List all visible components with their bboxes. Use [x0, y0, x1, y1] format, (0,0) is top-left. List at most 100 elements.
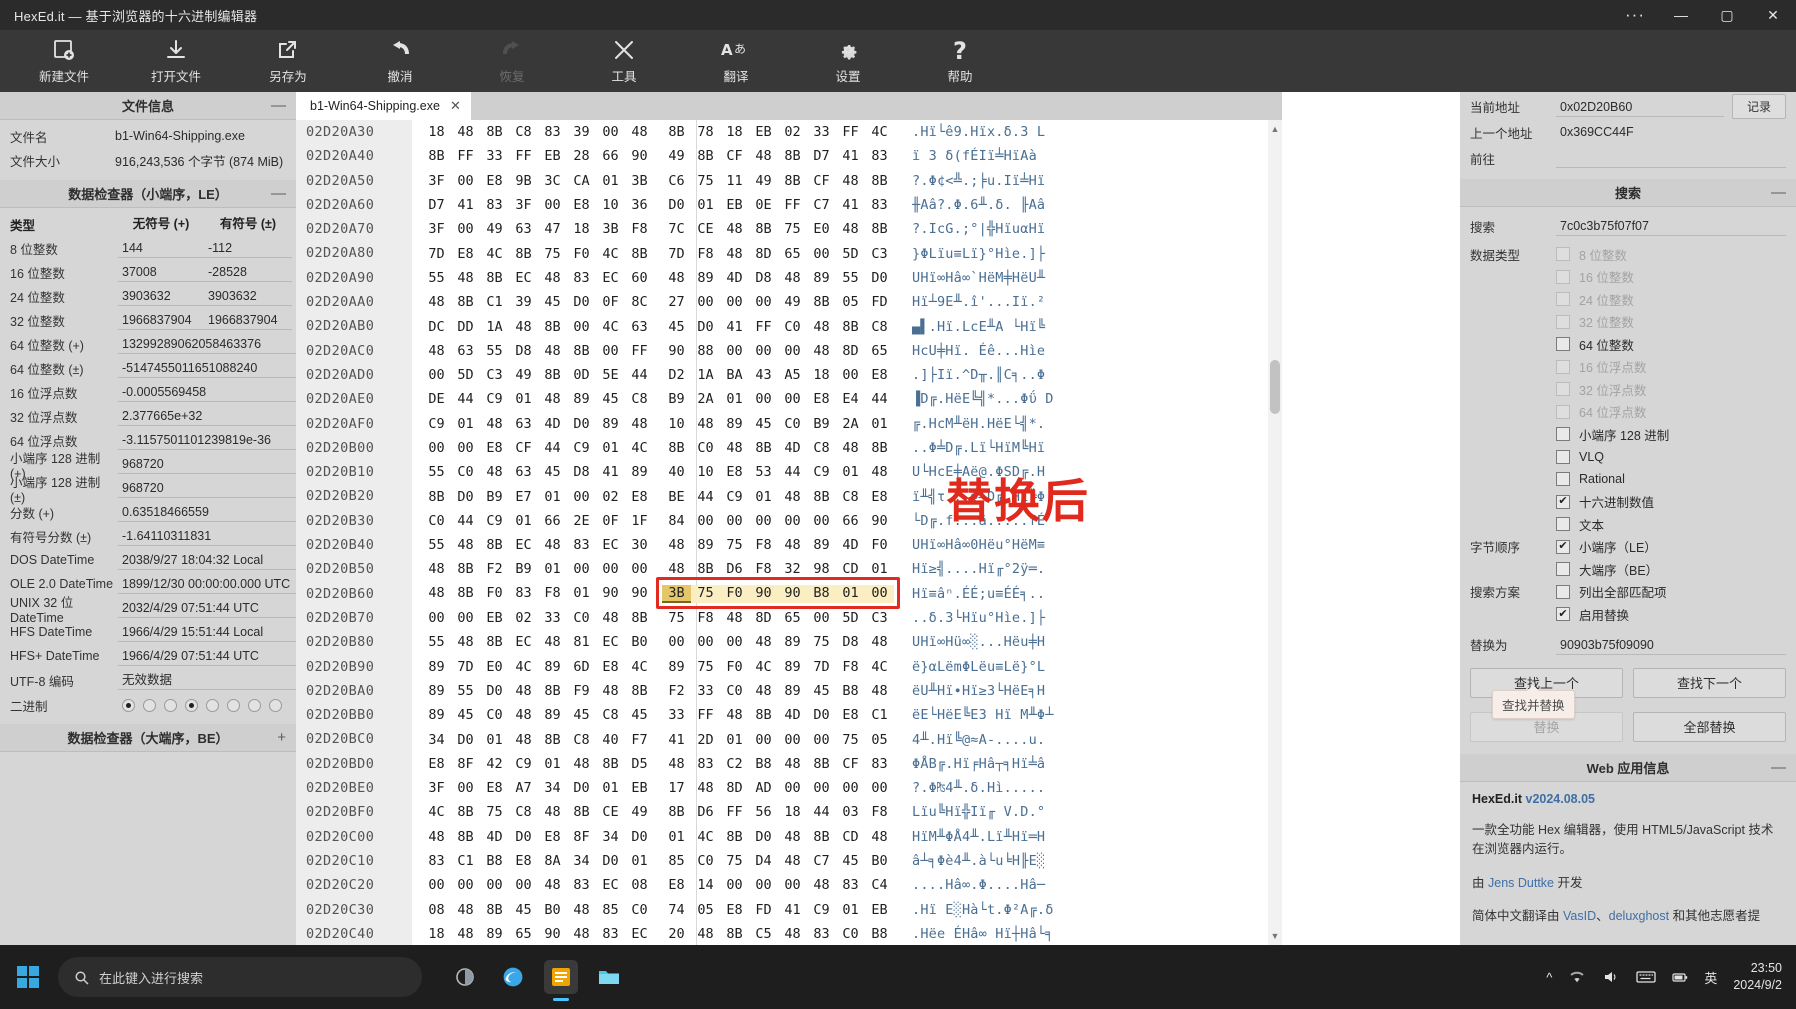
hex-byte[interactable]: D0: [567, 780, 596, 796]
hex-row-bytes[interactable]: 8B FF 33 FF EB 28 66 90 49 8B CF 48 8B D7 41 83: [412, 148, 894, 164]
hex-byte[interactable]: 01: [538, 561, 567, 577]
hex-byte[interactable]: 48: [422, 829, 451, 845]
hex-byte[interactable]: F7: [625, 732, 654, 748]
hex-byte[interactable]: 66: [596, 148, 625, 164]
hex-byte[interactable]: C9: [807, 902, 836, 918]
hex-byte[interactable]: E0: [480, 659, 509, 675]
hex-byte[interactable]: 01: [836, 902, 865, 918]
hex-byte[interactable]: E8: [480, 173, 509, 189]
maximize-button[interactable]: ▢: [1704, 0, 1750, 30]
hex-byte[interactable]: 48: [749, 148, 778, 164]
hex-byte[interactable]: 08: [422, 902, 451, 918]
hex-byte[interactable]: C6: [662, 173, 691, 189]
record-address-button[interactable]: 记录: [1731, 94, 1786, 119]
hex-byte[interactable]: 8B: [691, 148, 720, 164]
hex-byte[interactable]: 83: [422, 853, 451, 869]
hex-byte[interactable]: EC: [509, 270, 538, 286]
taskbar-app-explorer[interactable]: [592, 960, 626, 994]
hex-byte[interactable]: 90: [778, 584, 807, 603]
hex-row-bytes[interactable]: 7D E8 4C 8B 75 F0 4C 8B 7D F8 48 8D 65 00 5D C3: [412, 246, 894, 262]
hex-row-ascii[interactable]: Hï┴9E╨.î'...Iï.²: [912, 294, 1045, 310]
hex-byte[interactable]: EB: [865, 902, 894, 918]
hex-byte[interactable]: E7: [509, 489, 538, 505]
hex-byte[interactable]: 8B: [720, 829, 749, 845]
hex-byte[interactable]: 40: [662, 464, 691, 480]
hex-row-ascii[interactable]: ?.Φ¢<╩.;╞u.Iï╧Hï: [912, 173, 1045, 189]
hex-byte[interactable]: C9: [567, 440, 596, 456]
hex-byte[interactable]: 89: [778, 659, 807, 675]
hex-row[interactable]: 02D20BC0 34 D0 01 48 8B C8 40 F7 41 2D 01 00 00 00 75 05…: [296, 727, 1282, 752]
hex-byte[interactable]: E8: [625, 489, 654, 505]
hex-byte[interactable]: 00: [480, 877, 509, 893]
hex-byte[interactable]: D0: [480, 683, 509, 699]
hex-byte[interactable]: 00: [749, 732, 778, 748]
hex-byte[interactable]: 00: [625, 561, 654, 577]
hex-byte[interactable]: 48: [567, 926, 596, 942]
hex-byte[interactable]: 8F: [451, 756, 480, 772]
hex-byte[interactable]: F8: [691, 610, 720, 626]
hex-byte[interactable]: 48: [865, 634, 894, 650]
hex-row-ascii[interactable]: ï 3 δ(fÉIï╧HïAà: [912, 148, 1037, 164]
hex-byte[interactable]: 55: [451, 683, 480, 699]
hex-byte[interactable]: 28: [567, 148, 596, 164]
hex-byte[interactable]: 00: [807, 513, 836, 529]
hex-byte[interactable]: 00: [749, 391, 778, 407]
hex-byte[interactable]: C8: [807, 440, 836, 456]
hex-byte[interactable]: C8: [865, 319, 894, 335]
hex-byte[interactable]: 00: [778, 732, 807, 748]
hex-byte[interactable]: 3B: [625, 173, 654, 189]
about-credit-link-1[interactable]: VasID: [1563, 909, 1596, 923]
hex-byte[interactable]: 83: [865, 197, 894, 213]
hex-row[interactable]: 02D20BD0 E8 8F 42 C9 01 48 8B D5 48 83 C2 B8 48 8B CF 83…: [296, 751, 1282, 777]
hex-byte[interactable]: CF: [807, 173, 836, 189]
hex-byte[interactable]: 33: [538, 610, 567, 626]
hex-byte[interactable]: D8: [509, 343, 538, 359]
hex-byte[interactable]: 60: [625, 270, 654, 286]
hex-byte[interactable]: 4D: [836, 537, 865, 553]
checkbox-hex-value[interactable]: ✔: [1556, 494, 1570, 509]
hex-row-bytes[interactable]: 18 48 8B C8 83 39 00 48 8B 78 18 EB 02 33 FF 4C: [412, 124, 894, 140]
battery-icon[interactable]: [1672, 969, 1688, 985]
hex-byte[interactable]: 83: [596, 926, 625, 942]
hex-row-bytes[interactable]: 00 00 00 00 48 83 EC 08 E8 14 00 00 00 48 83 C4: [412, 877, 894, 893]
hex-byte[interactable]: 8D: [749, 610, 778, 626]
hex-row-ascii[interactable]: ëE└HëE╚E3 Hï M╨Φ┴: [912, 707, 1054, 723]
hex-byte[interactable]: 55: [422, 464, 451, 480]
hex-byte[interactable]: C0: [836, 926, 865, 942]
hex-byte[interactable]: 41: [596, 464, 625, 480]
hex-byte[interactable]: F8: [749, 537, 778, 553]
row-signed[interactable]: 1966837904: [204, 311, 292, 330]
hex-byte[interactable]: 42: [480, 756, 509, 772]
hex-byte[interactable]: 03: [836, 804, 865, 820]
hex-byte[interactable]: 00: [778, 780, 807, 796]
hex-row[interactable]: 02D20AB0 DC DD 1A 48 8B 00 4C 63 45 D0 41 FF C0 48 8B C8…: [296, 314, 1282, 339]
hex-byte[interactable]: 49: [480, 221, 509, 237]
hex-row-ascii[interactable]: ΦÅB╔.Hï╒Hâ┬╕Hï╧â: [912, 756, 1045, 772]
hex-byte[interactable]: EC: [509, 634, 538, 650]
hex-byte[interactable]: 98: [807, 561, 836, 577]
hex-byte[interactable]: 01: [509, 391, 538, 407]
row-value[interactable]: 1966/4/29 15:51:44 Local: [118, 623, 296, 642]
binary-bit-6[interactable]: [248, 698, 261, 712]
hex-byte[interactable]: 02: [509, 610, 538, 626]
hex-byte[interactable]: 83: [567, 270, 596, 286]
hex-byte[interactable]: 00: [720, 294, 749, 310]
hex-byte[interactable]: C9: [480, 513, 509, 529]
hex-byte[interactable]: 48: [778, 489, 807, 505]
hex-byte[interactable]: D4: [749, 853, 778, 869]
hex-row[interactable]: 02D20B50 48 8B F2 B9 01 00 00 00 48 8B D6 F8 32 98 CD 01…: [296, 557, 1282, 582]
hex-row-ascii[interactable]: ╫Aâ?.Φ.6╨.δ. ╟Aâ: [912, 197, 1045, 213]
hex-byte[interactable]: 53: [749, 464, 778, 480]
hex-row-bytes[interactable]: 08 48 8B 45 B0 48 85 C0 74 05 E8 FD 41 C9 01 EB: [412, 902, 894, 918]
hex-byte[interactable]: 48: [509, 683, 538, 699]
inspector-be-header[interactable]: 数据检查器（大端序，BE） +: [0, 724, 296, 752]
toolbar-undo[interactable]: 撤消: [344, 30, 456, 92]
hex-byte[interactable]: 48: [422, 561, 451, 577]
row-unsigned[interactable]: 144: [118, 239, 204, 258]
hex-byte[interactable]: 3C: [538, 173, 567, 189]
checkbox-vlq[interactable]: [1556, 449, 1570, 464]
hex-byte[interactable]: 0E: [749, 197, 778, 213]
about-section-header[interactable]: Web 应用信息 —: [1460, 753, 1796, 782]
hex-row-ascii[interactable]: ëU╨Hï∙Hï≥3└HëE╕H: [912, 683, 1045, 699]
hex-byte[interactable]: 89: [662, 659, 691, 675]
